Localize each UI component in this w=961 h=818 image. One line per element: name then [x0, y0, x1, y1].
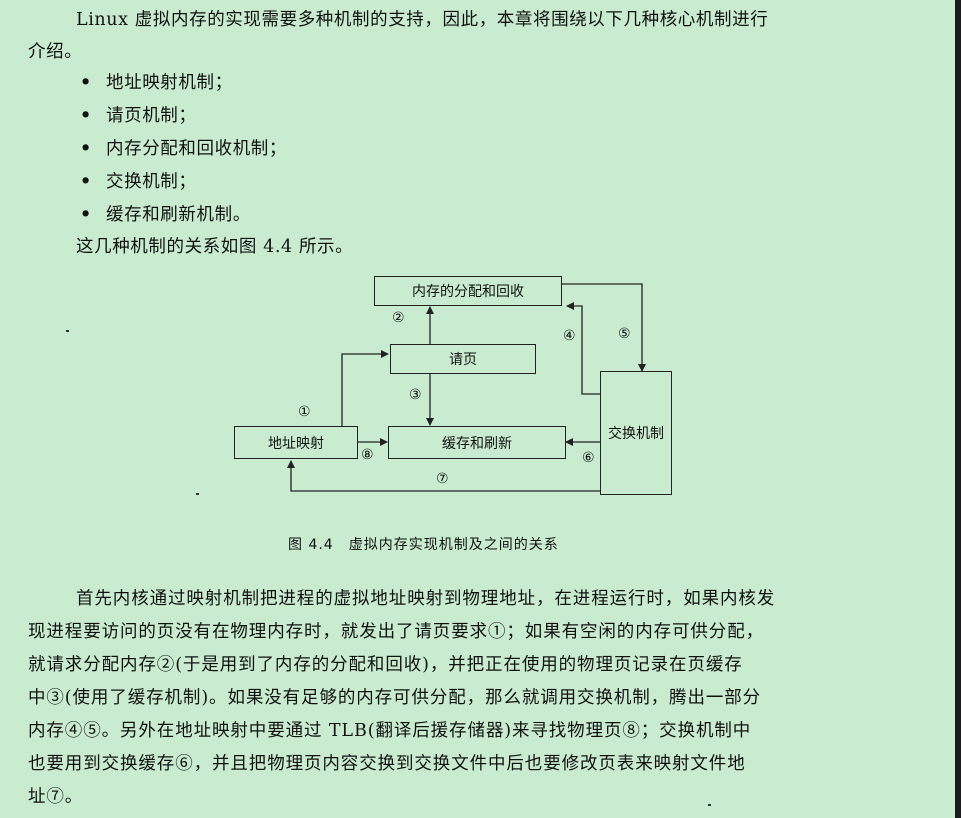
scan-speck — [196, 493, 199, 495]
label-8: ⑧ — [361, 447, 374, 463]
list-item: • 地址映射机制； — [80, 71, 287, 104]
bullet-marker: • — [80, 139, 92, 159]
mechanism-diagram: 内存的分配和回收 请页 地址映射 缓存和刷新 交换机制 ① ② ③ ④ ⑤ ⑥ … — [230, 270, 690, 510]
list-item: • 交换机制； — [80, 170, 287, 203]
label-7: ⑦ — [436, 471, 449, 487]
label-6: ⑥ — [582, 450, 595, 466]
list-item-text: 内存分配和回收机制； — [106, 139, 287, 159]
bullet-marker: • — [80, 106, 92, 126]
mechanism-list: • 地址映射机制； • 请页机制； • 内存分配和回收机制； • 交换机制； • 缓存和刷… — [80, 71, 287, 236]
body-line: 内存④⑤。另外在地址映射中要通过 TLB(翻译后援存储器)来寻找物理页⑧；交换机… — [28, 721, 752, 741]
box-page-request: 请页 — [390, 344, 536, 374]
box-address-map: 地址映射 — [234, 426, 358, 459]
body-line: 中③(使用了缓存机制)。如果没有足够的内存可供分配，那么就调用交换机制，腾出一部… — [28, 688, 762, 708]
list-item-text: 缓存和刷新机制。 — [106, 205, 251, 225]
figure-caption: 图 4.4 虚拟内存实现机制及之间的关系 — [288, 537, 559, 553]
scan-speck — [66, 330, 69, 332]
arrow-swap-to-alloc — [566, 302, 600, 395]
body-line: 现进程要访问的页没有在物理内存时，就发出了请页要求①；如果有空闲的内存可供分配， — [28, 622, 764, 642]
bullet-marker: • — [80, 172, 92, 192]
page-edge — [955, 0, 961, 818]
document-page: Linux 虚拟内存的实现需要多种机制的支持，因此，本章将围绕以下几种核心机制进… — [0, 0, 961, 818]
list-item-text: 交换机制； — [106, 172, 197, 192]
box-cache-flush: 缓存和刷新 — [388, 426, 566, 459]
box-memory-alloc: 内存的分配和回收 — [374, 276, 562, 306]
label-2: ② — [392, 310, 405, 326]
box-swap: 交换机制 — [600, 371, 672, 495]
label-1: ① — [298, 404, 311, 420]
body-line: 址⑦。 — [28, 787, 84, 807]
list-item-text: 地址映射机制； — [106, 73, 233, 93]
arrow-map-to-request — [341, 350, 389, 426]
bullet-marker: • — [80, 205, 92, 225]
scan-speck — [708, 804, 711, 806]
bullet-marker: • — [80, 73, 92, 93]
label-5: ⑤ — [618, 326, 631, 342]
body-line: 也要用到交换缓存⑥，并且把物理页内容交换到交换文件中后也要修改页表来映射文件地 — [28, 754, 746, 774]
body-line: 就请求分配内存②(于是用到了内存的分配和回收)，并把正在使用的物理页记录在页缓存 — [28, 655, 743, 675]
relation-sentence: 这几种机制的关系如图 4.4 所示。 — [76, 237, 354, 257]
body-line: 首先内核通过映射机制把进程的虚拟地址映射到物理地址，在进程运行时，如果内核发 — [76, 589, 776, 609]
list-item: • 缓存和刷新机制。 — [80, 203, 287, 236]
intro-line-1: Linux 虚拟内存的实现需要多种机制的支持，因此，本章将围绕以下几种核心机制进… — [76, 10, 769, 30]
list-item: • 请页机制； — [80, 104, 287, 137]
list-item: • 内存分配和回收机制； — [80, 137, 287, 170]
label-3: ③ — [409, 387, 422, 403]
label-4: ④ — [563, 328, 576, 344]
intro-line-2: 介绍。 — [28, 42, 83, 62]
list-item-text: 请页机制； — [106, 106, 197, 126]
